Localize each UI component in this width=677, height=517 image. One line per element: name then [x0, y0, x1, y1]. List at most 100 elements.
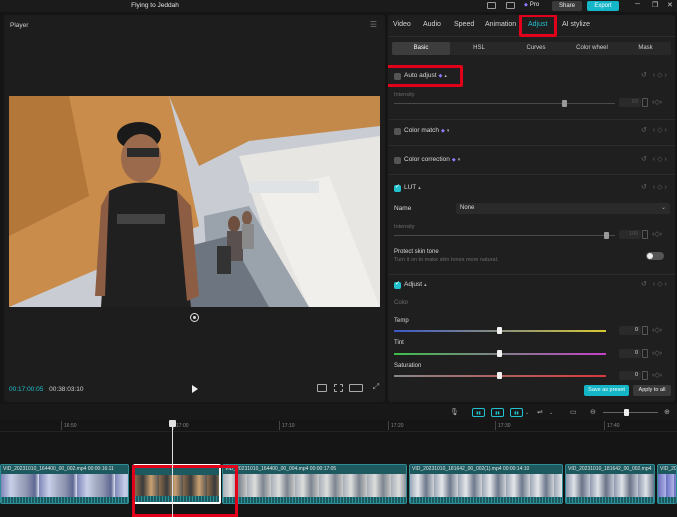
lut-icons[interactable]: ↺ ‹◇›: [641, 183, 669, 191]
adjust-subtabs: Basic HSL Curves Color wheel Mask: [392, 42, 671, 55]
lut-intensity-stepper[interactable]: [642, 230, 648, 239]
lut-intensity-keyframe-icon[interactable]: ‹◇›: [652, 230, 662, 238]
apply-to-all-button[interactable]: Apply to all: [633, 385, 671, 396]
color-correction-icons[interactable]: ↺ ‹◇›: [641, 155, 669, 163]
tint-stepper[interactable]: [642, 349, 648, 358]
subtab-mask[interactable]: Mask: [620, 42, 671, 55]
lut-intensity-value[interactable]: 100: [619, 230, 641, 239]
magnet-icon[interactable]: ▮▮: [491, 408, 504, 417]
link-main-track-icon[interactable]: ▮▮: [472, 408, 485, 417]
ratio-icon[interactable]: [349, 384, 363, 392]
color-match-checkbox[interactable]: [394, 128, 401, 135]
subtab-curves[interactable]: Curves: [508, 42, 564, 55]
color-group-label: Color: [394, 300, 409, 306]
total-time: 00:38:03:10: [49, 386, 84, 393]
temp-keyframe-icon[interactable]: ‹◇›: [652, 326, 662, 334]
timeline-preview-icon[interactable]: [317, 384, 327, 392]
saturation-slider-knob[interactable]: [497, 372, 502, 379]
video-preview[interactable]: [9, 96, 380, 307]
clip-label: VID_20231010_164400_00_002.mp4 00:00:16:…: [3, 466, 114, 472]
adjust-tab-highlight: [519, 15, 557, 37]
clip-label: VID_20231010_164400_00_004.mp4 00:00:17:…: [225, 466, 337, 472]
video-clip[interactable]: VID_20: [657, 464, 677, 504]
temp-stepper[interactable]: [642, 326, 648, 335]
skin-tone-desc: Turn it on to make skin tones more natur…: [394, 257, 499, 263]
ruler-tick: 17:00: [173, 421, 189, 430]
playhead[interactable]: [172, 423, 173, 517]
video-clip[interactable]: VID_20231010_164400_00_004.mp4 00:00:17:…: [222, 464, 407, 504]
chevron-down-icon[interactable]: ⌄: [525, 410, 529, 416]
properties-panel: Video Audio Speed Animation Adjust AI st…: [388, 15, 675, 402]
maximize-icon[interactable]: ❐: [652, 1, 658, 9]
video-frame-image: [9, 96, 380, 307]
chevron-down-icon-2[interactable]: ⌄: [549, 410, 553, 416]
auto-intensity-label: Intensity: [394, 92, 415, 98]
ruler-tick: 16:50: [61, 421, 77, 430]
close-icon[interactable]: ✕: [667, 1, 673, 9]
tab-speed[interactable]: Speed: [454, 21, 474, 28]
subtab-basic[interactable]: Basic: [392, 42, 450, 55]
saturation-stepper[interactable]: [642, 371, 648, 380]
keyboard-icon[interactable]: [506, 2, 515, 9]
lut-intensity-label: Intensity: [394, 224, 415, 230]
tab-video[interactable]: Video: [393, 21, 411, 28]
timeline-toolbar: 🎙 ▮▮ ▮▮ ▮▮ ⌄ ⇌ ⌄ ▭ ⊖ ⊕: [0, 404, 677, 420]
crop-icon[interactable]: [334, 384, 343, 392]
player-menu-icon[interactable]: ☰: [370, 20, 377, 29]
chevron-down-icon: ⌄: [660, 205, 666, 211]
tab-animation[interactable]: Animation: [485, 21, 516, 28]
auto-intensity-keyframe-icon[interactable]: ‹◇›: [652, 98, 662, 106]
lut-checkbox[interactable]: [394, 183, 401, 192]
video-clip[interactable]: VID_20231010_164400_00_002.mp4 00:00:16:…: [0, 464, 129, 504]
temp-slider-knob[interactable]: [497, 327, 502, 334]
fullscreen-icon[interactable]: ⤢: [372, 383, 380, 392]
reset-keyframe-icons[interactable]: ↺ ‹◇›: [641, 71, 669, 79]
transform-handle-icon[interactable]: [190, 313, 199, 322]
tint-keyframe-icon[interactable]: ‹◇›: [652, 349, 662, 357]
tint-slider-knob[interactable]: [497, 350, 502, 357]
tab-ai-stylize[interactable]: AI stylize: [562, 21, 590, 28]
color-correction-label: Color correction ◆ ▾: [404, 156, 461, 163]
share-button[interactable]: Share: [552, 1, 582, 11]
adjust-label: Adjust ▴: [404, 281, 427, 288]
layout-icon[interactable]: [487, 2, 496, 9]
color-match-icons[interactable]: ↺ ‹◇›: [641, 126, 669, 134]
lut-intensity-slider[interactable]: [394, 232, 615, 239]
microphone-icon[interactable]: 🎙: [450, 408, 459, 416]
color-correction-checkbox[interactable]: [394, 157, 401, 164]
project-title: Flying to Jeddah: [131, 2, 179, 9]
pro-badge[interactable]: Pro: [524, 2, 539, 8]
preview-axis-icon[interactable]: ⇌: [537, 408, 543, 416]
subtab-hsl[interactable]: HSL: [450, 42, 508, 55]
export-button[interactable]: Export: [587, 1, 619, 11]
save-as-preset-button[interactable]: Save as preset: [584, 385, 629, 396]
auto-intensity-slider[interactable]: [394, 100, 615, 107]
tint-value[interactable]: 0: [619, 349, 641, 358]
subtab-color-wheel[interactable]: Color wheel: [564, 42, 620, 55]
zoom-slider-knob[interactable]: [624, 409, 629, 416]
zoom-in-icon[interactable]: ⊕: [664, 408, 670, 416]
skin-tone-label: Protect skin tone: [394, 249, 439, 255]
auto-intensity-value[interactable]: 83: [619, 98, 641, 107]
zoom-slider[interactable]: [603, 412, 658, 413]
video-clip[interactable]: VID_20231010_181642_00_002.mp4: [565, 464, 655, 504]
temp-value[interactable]: 0: [619, 326, 641, 335]
adjust-checkbox[interactable]: [394, 280, 401, 289]
play-icon[interactable]: [192, 385, 198, 393]
clip-label: VID_20231010_181642_00_002(1).mp4 00:00:…: [412, 466, 530, 472]
auto-intensity-stepper[interactable]: [642, 98, 648, 107]
minimize-icon[interactable]: ─: [635, 1, 640, 8]
temp-label: Temp: [394, 318, 409, 324]
skin-tone-toggle[interactable]: [646, 252, 664, 260]
lut-name-select[interactable]: None ⌄: [456, 203, 670, 214]
saturation-keyframe-icon[interactable]: ‹◇›: [652, 371, 662, 379]
zoom-out-icon[interactable]: ⊖: [590, 408, 596, 416]
clip-label: VID_20: [660, 466, 677, 472]
tab-audio[interactable]: Audio: [423, 21, 441, 28]
saturation-value[interactable]: 0: [619, 371, 641, 380]
captions-icon[interactable]: ▭: [570, 408, 577, 416]
timeline-ruler[interactable]: 16:50 17:00 17:10 17:20 17:30 17:40: [0, 420, 677, 432]
video-clip[interactable]: VID_20231010_181642_00_002(1).mp4 00:00:…: [409, 464, 563, 504]
adjust-icons[interactable]: ↺ ‹◇›: [641, 280, 669, 288]
link-icon[interactable]: ▮▮: [510, 408, 523, 417]
